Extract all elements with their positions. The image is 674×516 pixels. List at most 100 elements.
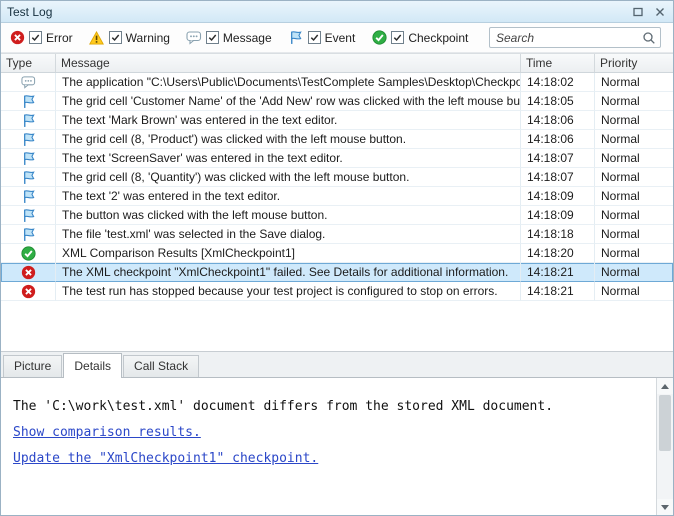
- test-log-window: Test Log Error: [0, 0, 674, 516]
- table-row[interactable]: The text 'ScreenSaver' was entered in th…: [1, 149, 673, 168]
- row-message: The application "C:\Users\Public\Documen…: [56, 73, 521, 92]
- row-time: 14:18:21: [521, 263, 595, 282]
- row-message: XML Comparison Results [XmlCheckpoint1]: [56, 244, 521, 263]
- row-priority: Normal: [595, 187, 673, 206]
- check-mark-icon: [30, 32, 41, 43]
- row-time: 14:18:07: [521, 168, 595, 187]
- filter-toolbar: Error Warning Message: [1, 23, 673, 53]
- checkpoint-icon: [21, 246, 36, 261]
- show-comparison-results-link[interactable]: Show comparison results.: [13, 420, 201, 446]
- table-row[interactable]: The text 'Mark Brown' was entered in the…: [1, 111, 673, 130]
- filter-checkpoint-checkbox[interactable]: [391, 31, 404, 44]
- row-priority: Normal: [595, 168, 673, 187]
- close-button[interactable]: [653, 5, 667, 19]
- table-row[interactable]: XML Comparison Results [XmlCheckpoint1] …: [1, 244, 673, 263]
- row-priority: Normal: [595, 92, 673, 111]
- tab-picture[interactable]: Picture: [3, 355, 62, 377]
- filter-error-checkbox[interactable]: [29, 31, 42, 44]
- table-row[interactable]: The grid cell (8, 'Quantity') was clicke…: [1, 168, 673, 187]
- table-row[interactable]: The test run has stopped because your te…: [1, 282, 673, 301]
- filter-error: Error: [9, 30, 73, 45]
- search-input[interactable]: [496, 31, 642, 45]
- table-row[interactable]: The button was clicked with the left mou…: [1, 206, 673, 225]
- event-flag-icon: [288, 30, 304, 45]
- event-flag-icon: [21, 151, 36, 166]
- filter-checkpoint: Checkpoint: [371, 30, 468, 45]
- row-type-cell: [1, 111, 56, 130]
- row-type-cell: [1, 282, 56, 301]
- window-title: Test Log: [7, 5, 52, 19]
- row-type-cell: [1, 92, 56, 111]
- row-time: 14:18:06: [521, 111, 595, 130]
- filter-warning-checkbox[interactable]: [109, 31, 122, 44]
- filter-message: Message: [186, 30, 272, 45]
- row-time: 14:18:06: [521, 130, 595, 149]
- table-row[interactable]: The XML checkpoint "XmlCheckpoint1" fail…: [1, 263, 673, 282]
- maximize-button[interactable]: [631, 5, 645, 19]
- row-message: The XML checkpoint "XmlCheckpoint1" fail…: [56, 263, 521, 282]
- check-mark-icon: [309, 32, 320, 43]
- filter-message-label: Message: [223, 31, 272, 45]
- row-time: 14:18:09: [521, 187, 595, 206]
- details-scrollbar[interactable]: [656, 378, 673, 515]
- column-header-priority[interactable]: Priority: [595, 54, 673, 72]
- row-message: The text '2' was entered in the text edi…: [56, 187, 521, 206]
- row-time: 14:18:09: [521, 206, 595, 225]
- filter-event-checkbox[interactable]: [308, 31, 321, 44]
- row-priority: Normal: [595, 130, 673, 149]
- tab-details[interactable]: Details: [63, 353, 122, 378]
- event-flag-icon: [21, 113, 36, 128]
- filter-event-label: Event: [325, 31, 356, 45]
- row-priority: Normal: [595, 244, 673, 263]
- message-icon: [21, 75, 36, 90]
- filter-message-checkbox[interactable]: [206, 31, 219, 44]
- row-message: The grid cell 'Customer Name' of the 'Ad…: [56, 92, 521, 111]
- details-text: The 'C:\work\test.xml' document differs …: [13, 394, 643, 420]
- row-type-cell: [1, 187, 56, 206]
- scroll-down-button[interactable]: [657, 499, 673, 515]
- row-time: 14:18:07: [521, 149, 595, 168]
- filter-checkpoint-label: Checkpoint: [408, 31, 468, 45]
- row-message: The text 'Mark Brown' was entered in the…: [56, 111, 521, 130]
- update-checkpoint-link[interactable]: Update the "XmlCheckpoint1" checkpoint.: [13, 446, 318, 472]
- table-row[interactable]: The text '2' was entered in the text edi…: [1, 187, 673, 206]
- column-header-time[interactable]: Time: [521, 54, 595, 72]
- message-icon: [186, 30, 202, 45]
- title-bar: Test Log: [1, 1, 673, 23]
- row-message: The test run has stopped because your te…: [56, 282, 521, 301]
- event-flag-icon: [21, 170, 36, 185]
- log-rows: The application "C:\Users\Public\Documen…: [1, 73, 673, 351]
- row-type-cell: [1, 168, 56, 187]
- maximize-icon: [633, 7, 643, 17]
- table-row[interactable]: The application "C:\Users\Public\Documen…: [1, 73, 673, 92]
- row-priority: Normal: [595, 149, 673, 168]
- tab-call-stack[interactable]: Call Stack: [123, 355, 199, 377]
- row-time: 14:18:02: [521, 73, 595, 92]
- row-type-cell: [1, 244, 56, 263]
- event-flag-icon: [21, 208, 36, 223]
- scroll-up-button[interactable]: [657, 378, 673, 394]
- arrow-up-icon: [661, 384, 669, 389]
- row-priority: Normal: [595, 111, 673, 130]
- event-flag-icon: [21, 94, 36, 109]
- row-priority: Normal: [595, 225, 673, 244]
- column-header-type[interactable]: Type: [1, 54, 56, 72]
- search-icon: [642, 31, 656, 45]
- filter-warning: Warning: [89, 30, 170, 45]
- scrollbar-thumb[interactable]: [659, 395, 671, 451]
- row-type-cell: [1, 263, 56, 282]
- event-flag-icon: [21, 227, 36, 242]
- column-header-message[interactable]: Message: [56, 54, 521, 72]
- table-row[interactable]: The grid cell 'Customer Name' of the 'Ad…: [1, 92, 673, 111]
- error-icon: [21, 265, 36, 280]
- checkpoint-icon: [371, 30, 387, 45]
- row-priority: Normal: [595, 73, 673, 92]
- row-priority: Normal: [595, 206, 673, 225]
- error-icon: [9, 30, 25, 45]
- row-type-cell: [1, 130, 56, 149]
- filter-event: Event: [288, 30, 356, 45]
- table-row[interactable]: The file 'test.xml' was selected in the …: [1, 225, 673, 244]
- table-row[interactable]: The grid cell (8, 'Product') was clicked…: [1, 130, 673, 149]
- check-mark-icon: [207, 32, 218, 43]
- row-type-cell: [1, 73, 56, 92]
